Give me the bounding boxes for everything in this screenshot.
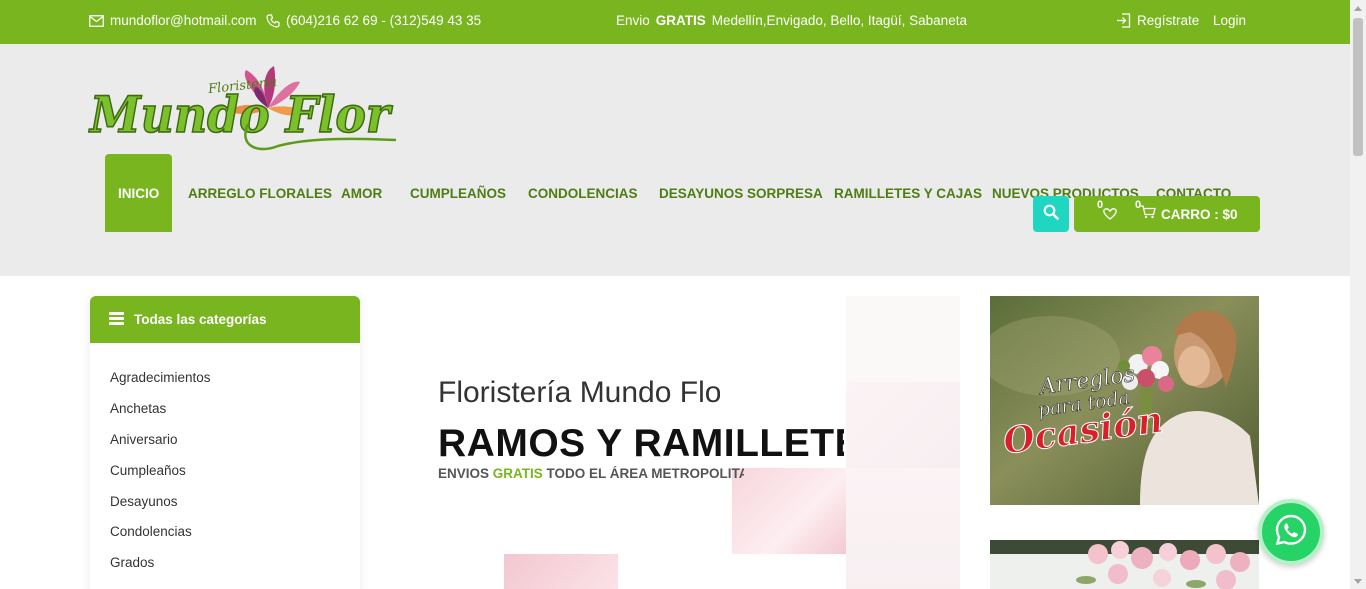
nav-item-cumpleanos[interactable]: CUMPLEAÑOS	[410, 154, 506, 232]
heart-icon	[1103, 208, 1117, 223]
categories-title: Todas las categorías	[134, 312, 267, 327]
site-header: Floristería Mundo Flor INICIO ARREGLO FL…	[0, 44, 1350, 276]
categories-header[interactable]: Todas las categorías	[90, 296, 360, 343]
hero-shipping-prefix: ENVIOS	[438, 466, 490, 481]
cart-bar: 0 0 CARRO : $0	[1074, 196, 1260, 232]
nav-item-ramilletes-y-cajas[interactable]: RAMILLETES Y CAJAS	[834, 154, 982, 232]
hero-slider[interactable]: Floristería Mundo Flor RAMOS Y RAMILLETE…	[380, 296, 960, 589]
hero-title: RAMOS Y RAMILLETES	[438, 422, 844, 465]
category-sidebar: Todas las categorías Agradecimientos Anc…	[90, 296, 360, 589]
category-item[interactable]: Cumpleaños	[110, 463, 360, 494]
login-link[interactable]: Login	[1213, 13, 1246, 28]
scroll-thumb[interactable]	[1353, 18, 1363, 156]
hero-tile	[846, 296, 960, 382]
nav-item-amor[interactable]: AMOR	[341, 154, 382, 232]
promo-banner-arreglos[interactable]: Arreglos para toda Ocasión	[990, 296, 1259, 505]
category-item[interactable]: Anchetas	[110, 401, 360, 432]
search-button[interactable]	[1033, 196, 1069, 232]
email-text: mundoflor@hotmail.com	[110, 13, 257, 28]
phone-text: (604)216 62 69 - (312)549 43 35	[286, 13, 482, 28]
register-link[interactable]: Regístrate	[1116, 13, 1199, 28]
whatsapp-button[interactable]	[1258, 499, 1324, 565]
cart-label[interactable]: CARRO : $0	[1161, 207, 1238, 222]
shipping-free: GRATIS	[655, 13, 706, 28]
page-scrollbar[interactable]	[1350, 0, 1366, 589]
category-item[interactable]: Condolencias	[110, 524, 360, 555]
list-icon	[109, 311, 124, 328]
promo-banner-roses[interactable]	[990, 540, 1259, 589]
shipping-notice: Envio GRATIS Medellín,Envigado, Bello, I…	[616, 13, 967, 28]
sign-in-icon	[1116, 13, 1131, 28]
nav-item-condolencias[interactable]: CONDOLENCIAS	[528, 154, 638, 232]
scroll-up-arrow-icon[interactable]	[1350, 0, 1366, 16]
whatsapp-icon	[1274, 513, 1308, 552]
shipping-cities: Medellín,Envigado, Bello, Itagüí, Sabane…	[711, 13, 967, 28]
category-list: Agradecimientos Anchetas Aniversario Cum…	[90, 343, 360, 586]
cart-icon[interactable]	[1140, 205, 1156, 222]
phone-link[interactable]: (604)216 62 69 - (312)549 43 35	[266, 13, 481, 28]
scroll-down-arrow-icon[interactable]	[1350, 573, 1366, 589]
hero-tile	[846, 468, 960, 589]
hero-tile	[504, 554, 618, 589]
nav-item-desayunos-sorpresa[interactable]: DESAYUNOS SORPRESA	[659, 154, 823, 232]
category-item[interactable]: Desayunos	[110, 494, 360, 525]
register-label: Regístrate	[1137, 13, 1200, 28]
site-logo[interactable]: Floristería Mundo Flor	[87, 66, 400, 158]
search-icon	[1043, 204, 1059, 225]
shipping-prefix: Envio	[616, 13, 650, 28]
hero-subtitle: Floristería Mundo Flor	[438, 376, 720, 409]
envelope-icon	[89, 14, 104, 27]
logo-main-text: Mundo Flor	[88, 85, 393, 144]
hero-shipping-area: TODO EL ÁREA METROPOLITANA	[546, 466, 744, 481]
hero-shipping: ENVIOS GRATIS TODO EL ÁREA METROPOLITANA	[438, 466, 744, 481]
phone-icon	[266, 13, 280, 28]
hero-tile	[732, 468, 846, 554]
top-bar: mundoflor@hotmail.com (604)216 62 69 - (…	[0, 0, 1350, 44]
email-link[interactable]: mundoflor@hotmail.com	[89, 13, 257, 28]
hero-tile	[846, 382, 960, 468]
login-label: Login	[1213, 13, 1247, 28]
category-item[interactable]: Grados	[110, 555, 360, 586]
category-item[interactable]: Aniversario	[110, 432, 360, 463]
nav-item-arreglo-florales[interactable]: ARREGLO FLORALES	[188, 154, 332, 232]
wishlist-button[interactable]	[1103, 208, 1117, 223]
hero-shipping-free: GRATIS	[492, 466, 543, 481]
nav-item-inicio[interactable]: INICIO	[105, 154, 173, 232]
category-item[interactable]: Agradecimientos	[110, 370, 360, 401]
